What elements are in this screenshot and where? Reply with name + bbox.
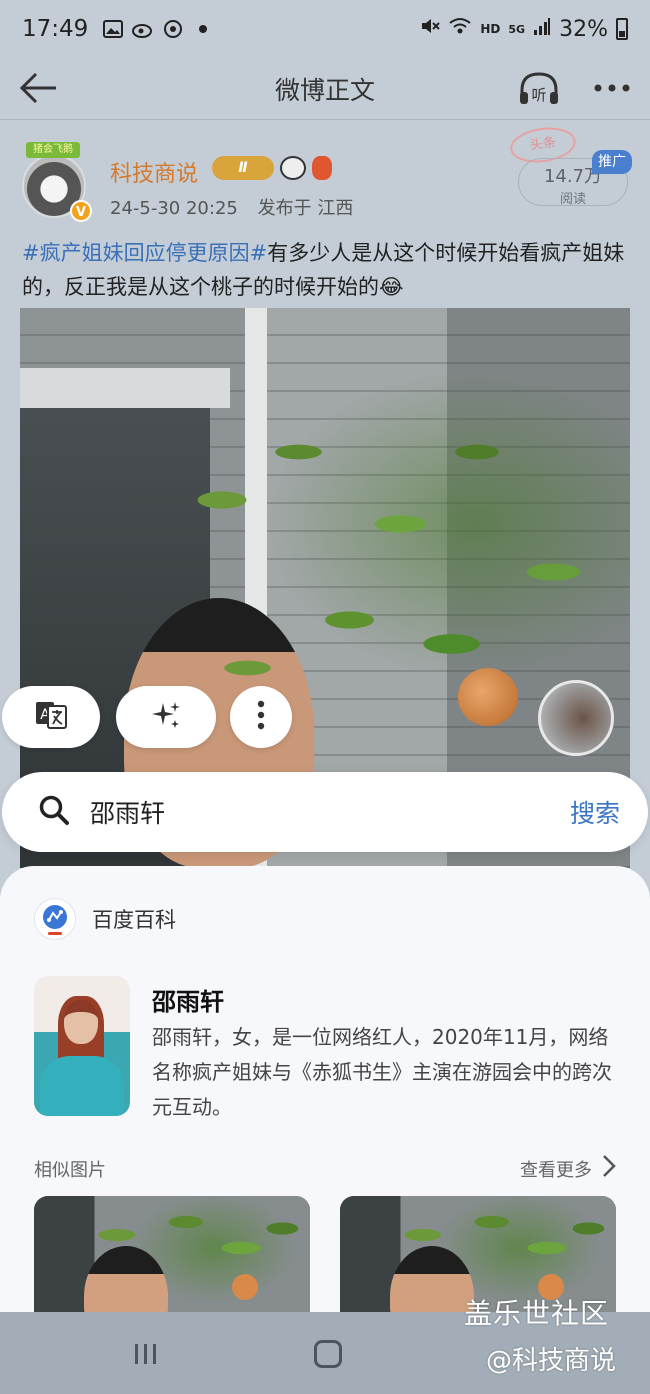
result-sheet: 百度百科 邵雨轩 邵雨轩，女，是一位网络红人，2020年11月，网络名称疯产姐妹… [0, 866, 650, 1312]
hashtag-link[interactable]: #疯产姐妹回应停更原因# [22, 241, 267, 265]
see-more-label: 查看更多 [520, 1159, 592, 1181]
similar-image-1-peach [232, 1274, 258, 1300]
panda-icon [280, 156, 306, 180]
dot-icon [192, 18, 214, 40]
status-time: 17:49 [22, 16, 89, 42]
battery-icon [616, 18, 628, 40]
sticker-icon [312, 156, 332, 180]
entry-description: 邵雨轩，女，是一位网络红人，2020年11月，网络名称疯产姐妹与《赤狐书生》主演… [152, 1025, 612, 1119]
watermark-community: 盖乐世社区 [464, 1297, 610, 1330]
post-text: #疯产姐妹回应停更原因#有多少人是从这个时候开始看疯产姐妹的，反正我是从这个桃子… [22, 236, 634, 304]
mute-icon [420, 16, 441, 42]
similar-image-1[interactable] [34, 1196, 310, 1312]
crown-level-badge: Ⅱ [212, 156, 274, 180]
signal-label: 5G [508, 22, 526, 36]
search-input[interactable]: 邵雨轩 [90, 794, 570, 830]
page-title: 微博正文 [274, 75, 375, 105]
gallery-icon [102, 18, 124, 40]
ai-assist-button[interactable] [116, 686, 216, 748]
sparkle-icon [150, 699, 182, 735]
post-location: 发布于 江西 [257, 198, 354, 219]
baidu-logo-icon [34, 898, 76, 940]
status-right: HD 5G 32% [420, 16, 628, 42]
headphones-icon[interactable]: 听 [516, 66, 562, 112]
result-source[interactable]: 百度百科 [34, 898, 176, 940]
avatar-tag: 猪会飞鹅 [26, 142, 80, 158]
network-label: HD [480, 22, 501, 36]
see-more-link[interactable]: 查看更多 [520, 1154, 616, 1183]
status-bar: 17:49 HD 5G 32% [0, 0, 650, 58]
username[interactable]: 科技商说 [110, 156, 198, 188]
signal-icon [533, 16, 551, 42]
avatar[interactable]: 猪会飞鹅 V [22, 142, 92, 222]
sync-icon [162, 18, 184, 40]
entry-photo[interactable] [34, 976, 130, 1116]
more-dots-icon[interactable] [590, 66, 634, 110]
watermark-author: @科技商说 [486, 1346, 617, 1376]
entry-photo-outfit [40, 1056, 124, 1116]
listen-label: 听 [531, 86, 546, 104]
entry-title[interactable]: 邵雨轩 [152, 982, 224, 1017]
wifi-icon [448, 16, 472, 42]
pip-thumbnail[interactable] [538, 680, 614, 756]
similar-image-1-tree [34, 1196, 310, 1312]
chevron-right-icon [602, 1154, 616, 1183]
translate-button[interactable]: A [2, 686, 100, 748]
search-icon [38, 794, 70, 830]
top-nav: 微博正文 听 [0, 58, 650, 120]
views-label: 阅读 [559, 192, 586, 207]
vertical-dots-icon [256, 700, 266, 734]
verified-badge: V [70, 200, 92, 222]
battery-percent: 32% [559, 16, 608, 42]
recents-icon[interactable] [132, 1342, 160, 1366]
post-meta: 24-5-30 20:25 发布于 江西 [110, 194, 367, 220]
promo-badge: 推广 [592, 150, 632, 174]
source-name: 百度百科 [92, 908, 176, 932]
entry-photo-face [64, 1000, 98, 1044]
search-bar[interactable]: 邵雨轩 搜索 [2, 772, 648, 852]
similar-images-label: 相似图片 [34, 1159, 106, 1181]
back-arrow-icon[interactable] [16, 66, 60, 110]
user-badges: Ⅱ [212, 156, 332, 180]
overflow-menu-button[interactable] [230, 686, 292, 748]
video-peach [458, 668, 518, 726]
translate-icon: A [34, 698, 68, 736]
post-date: 24-5-30 20:25 [110, 198, 238, 219]
home-icon[interactable] [314, 1340, 342, 1368]
similar-images-header: 相似图片 查看更多 [34, 1154, 616, 1183]
search-button[interactable]: 搜索 [570, 794, 620, 830]
weibo-icon [132, 18, 154, 40]
